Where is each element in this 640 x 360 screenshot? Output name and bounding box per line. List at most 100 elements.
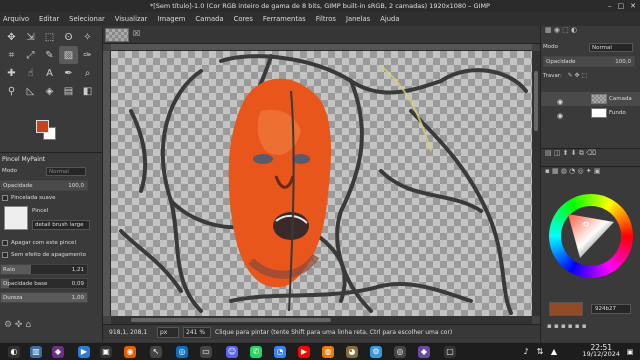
close-icon[interactable]: ✕ (630, 1, 636, 11)
start-icon[interactable]: ◐ (8, 346, 20, 358)
image-canvas[interactable] (111, 51, 532, 316)
current-color-swatch[interactable] (549, 302, 583, 316)
brush-preview[interactable] (4, 206, 28, 230)
vertical-scrollbar[interactable] (532, 51, 540, 316)
move-icon[interactable]: ✥ (2, 28, 21, 46)
menu-janelas[interactable]: Janelas (345, 12, 371, 26)
terminal-icon[interactable]: ▭ (200, 346, 212, 358)
no-erase-label: Sem efeito de apagamento (11, 252, 86, 258)
path-icon[interactable]: ✒ (59, 64, 78, 82)
radius-slider[interactable]: Raio 1,21 (0, 264, 88, 275)
blender-icon[interactable]: ◍ (322, 346, 334, 358)
ruler-left (103, 51, 111, 316)
layer-name[interactable]: Camada (609, 92, 632, 106)
app-icon[interactable]: ◆ (52, 346, 64, 358)
app2-icon[interactable]: ◆ (418, 346, 430, 358)
volume-icon[interactable]: ♪ (520, 346, 532, 358)
tab-close-icon[interactable]: ☒ (133, 29, 140, 38)
foreground-color[interactable] (36, 120, 49, 133)
color-triangle[interactable] (566, 210, 616, 260)
image-tab-thumbnail[interactable] (105, 28, 129, 42)
eraser-icon[interactable]: ◧ (78, 82, 97, 100)
dock-bottom-icons: ⚙ ✜ ⌂ (4, 320, 32, 330)
paint-icon[interactable]: ✎ (40, 46, 59, 64)
zoom-icon[interactable]: ⚲ (2, 82, 21, 100)
hardness-slider[interactable]: Dureza 1,00 (0, 292, 88, 303)
steam-icon[interactable]: ⚙ (370, 346, 382, 358)
artwork (119, 54, 528, 315)
heal-icon[interactable]: ✚ (2, 64, 21, 82)
hex-color-field[interactable]: 924b27 (591, 304, 631, 314)
notification-icon[interactable]: ▣ (624, 346, 636, 358)
crop-icon[interactable]: ⌗ (2, 46, 21, 64)
free-select-icon[interactable]: ʘ (59, 28, 78, 46)
bucket-icon[interactable]: ◈ (40, 82, 59, 100)
browser-icon[interactable]: ◎ (176, 346, 188, 358)
unit-select[interactable]: px (157, 327, 179, 338)
no-erase-row[interactable]: Sem efeito de apagamento (0, 250, 98, 261)
tray-icon[interactable]: ▲ (548, 346, 560, 358)
menu-ferramentas[interactable]: Ferramentas (262, 12, 307, 26)
ruler-top (111, 44, 532, 51)
menu-imagem[interactable]: Imagem (157, 12, 187, 26)
window-app-icon[interactable]: ▢ (444, 346, 456, 358)
discord-icon[interactable]: ☺ (226, 346, 238, 358)
rect-select-icon[interactable]: ⬚ (40, 28, 59, 46)
layer-row[interactable]: ◉ Camada (541, 92, 640, 106)
menu-camada[interactable]: Camada (194, 12, 224, 26)
media-icon[interactable]: ◎ (394, 346, 406, 358)
erase-row[interactable]: Apagar com este pincel (0, 238, 98, 249)
layer-mode-select[interactable]: Normal (589, 43, 633, 52)
menu-selecionar[interactable]: Selecionar (68, 12, 106, 26)
maximize-icon[interactable]: □ (618, 1, 625, 11)
network-icon[interactable]: ⇅ (534, 346, 546, 358)
notes-icon[interactable]: ▣ (100, 346, 112, 358)
files-icon[interactable]: ▥ (30, 346, 42, 358)
zoom-select[interactable]: 241 % (183, 327, 211, 338)
align-icon[interactable]: ⇲ (21, 28, 40, 46)
erase-checkbox[interactable] (2, 239, 8, 246)
gimp-icon[interactable]: ◕ (346, 346, 358, 358)
base-opacity-slider[interactable]: Opacidade base 0,09 (0, 278, 88, 289)
brush-name-field[interactable]: detail brush large (32, 220, 90, 230)
menu-ajuda[interactable]: Ajuda (379, 12, 400, 26)
layer-row[interactable]: ◉ Fundo (541, 106, 640, 120)
fuzzy-select-icon[interactable]: ✧ (78, 28, 97, 46)
color-picker-icon[interactable]: ⌕ (78, 64, 97, 82)
menu-editar[interactable]: Editar (38, 12, 60, 26)
firefox-icon[interactable]: ◉ (124, 346, 136, 358)
mode-select[interactable]: Normal (46, 167, 86, 176)
taskbar-clock[interactable]: 22:51 19/12/2024 (583, 344, 620, 358)
youtube-icon[interactable]: ▶ (298, 346, 310, 358)
menu-arquivo[interactable]: Arquivo (2, 12, 30, 26)
lock-icons[interactable]: ✎ ✥ ⬚ (568, 72, 588, 79)
warp-icon[interactable]: ⤢ (21, 46, 40, 64)
whatsapp-icon[interactable]: ✆ (250, 346, 262, 358)
smooth-stroke-row[interactable]: Pincelada suave (0, 193, 98, 204)
clock-app-icon[interactable]: ◔ (274, 346, 286, 358)
layer-opacity-slider[interactable]: Opacidade 100,0 (543, 56, 635, 67)
visibility-eye-icon[interactable]: ◉ (557, 109, 563, 123)
horizontal-scrollbar[interactable] (111, 316, 532, 324)
minimize-icon[interactable]: – (608, 1, 612, 11)
opacity-slider[interactable]: Opacidade 100,0 (0, 180, 88, 191)
smudge-icon[interactable]: ☝ (21, 64, 40, 82)
left-dock: ✥ ⇲ ⬚ ʘ ✧ ⌗ ⤢ ✎ ▨ ✑ ✚ ☝ A ✒ ⌕ ⚲ ◺ ◈ ▤ ◧ … (0, 26, 103, 342)
color-wheel[interactable] (549, 194, 633, 278)
menu-visualizar[interactable]: Visualizar (114, 12, 149, 26)
window-controls: – □ ✕ (608, 1, 636, 11)
window-title: *[Sem título]-1.0 (Cor RGB inteiro de ga… (150, 2, 490, 10)
cursor-icon[interactable]: ↖ (150, 346, 162, 358)
menu-filtros[interactable]: Filtros (315, 12, 337, 26)
color-swatches[interactable] (36, 120, 56, 140)
vivaldi-icon[interactable]: ▶ (78, 346, 90, 358)
layer-name[interactable]: Fundo (609, 106, 626, 120)
text-icon[interactable]: A (40, 64, 59, 82)
no-erase-checkbox[interactable] (2, 251, 8, 258)
gradient-icon[interactable]: ▤ (59, 82, 78, 100)
mypaint-brush-icon[interactable]: ▨ (59, 46, 78, 64)
menu-cores[interactable]: Cores (233, 12, 254, 26)
smooth-stroke-checkbox[interactable] (2, 194, 8, 201)
clone-icon[interactable]: ✑ (78, 46, 97, 64)
measure-icon[interactable]: ◺ (21, 82, 40, 100)
